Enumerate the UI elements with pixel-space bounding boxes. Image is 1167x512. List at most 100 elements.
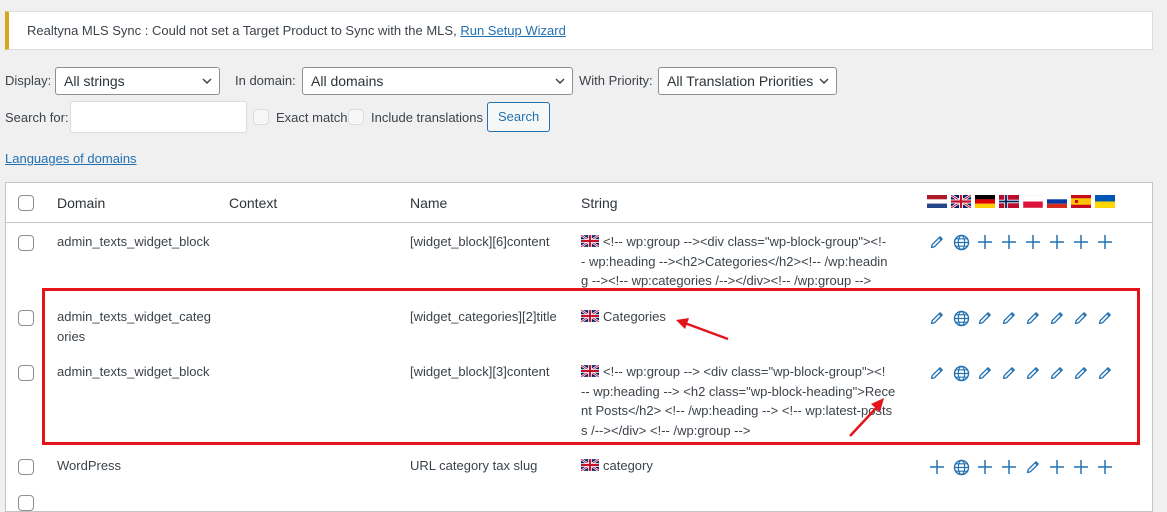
string-line: category	[603, 458, 653, 473]
pencil-icon[interactable]	[997, 364, 1021, 382]
priority-label: With Priority:	[579, 73, 653, 88]
domain-select-value: All domains	[311, 73, 384, 89]
strings-table: Domain Context Name String admin_texts_w…	[5, 182, 1153, 512]
plus-icon[interactable]	[1069, 458, 1093, 476]
flag-gb-icon	[581, 235, 599, 247]
pencil-icon[interactable]	[925, 233, 949, 251]
plus-icon[interactable]	[1093, 458, 1117, 476]
plus-icon[interactable]	[1045, 458, 1069, 476]
row-name: [widget_categories][2]title	[410, 309, 557, 324]
domain-line: ories	[57, 328, 86, 344]
string-line: s /--></div> <!-- /wp:group -->	[581, 422, 751, 438]
flag-gb-icon	[581, 365, 599, 377]
column-string[interactable]: String	[581, 195, 618, 211]
row-name: [widget_block][3]content	[410, 364, 550, 379]
pencil-icon[interactable]	[1093, 364, 1117, 382]
string-line: <!-- wp:group --><div class="wp-block-gr…	[603, 234, 887, 249]
pencil-icon[interactable]	[925, 309, 949, 327]
row-name: [widget_block][6]content	[410, 234, 550, 249]
pencil-icon[interactable]	[1093, 309, 1117, 327]
row-checkbox[interactable]	[18, 235, 34, 251]
row-checkbox[interactable]	[18, 459, 34, 475]
domain-line: admin_texts_widget_categ	[57, 309, 211, 324]
plus-icon[interactable]	[1093, 233, 1117, 251]
row-domain: admin_texts_widget_block	[57, 234, 210, 249]
row-string[interactable]: category	[581, 456, 911, 476]
plus-icon[interactable]	[1045, 233, 1069, 251]
column-domain[interactable]: Domain	[57, 195, 105, 211]
flag-pl-icon	[1023, 195, 1043, 208]
flag-gb-icon	[581, 310, 599, 322]
string-line: Categories	[603, 309, 666, 324]
display-select-value: All strings	[64, 73, 125, 89]
flag-ru-icon	[1047, 195, 1067, 208]
exact-match-label: Exact match	[276, 110, 348, 125]
pencil-icon[interactable]	[1069, 364, 1093, 382]
flag-gb-icon	[581, 459, 599, 471]
select-all-checkbox[interactable]	[18, 195, 34, 211]
pencil-icon[interactable]	[925, 364, 949, 382]
string-line: <!-- wp:group --> <div class="wp-block-g…	[603, 364, 886, 379]
plus-icon[interactable]	[1069, 233, 1093, 251]
globe-icon[interactable]	[949, 458, 973, 476]
domain-label: In domain:	[235, 73, 296, 88]
pencil-icon[interactable]	[973, 364, 997, 382]
string-line: - wp:heading --><h2>Categories</h2><!-- …	[581, 253, 888, 269]
string-line: nt Posts</h2> <!-- /wp:heading --> <!-- …	[581, 403, 893, 418]
row-actions	[925, 364, 1117, 382]
row-actions	[925, 309, 1117, 327]
string-line: g --><!-- wp:categories /--></div><!-- /…	[581, 273, 872, 288]
row-string[interactable]: <!-- wp:group --> <div class="wp-block-g…	[581, 362, 911, 440]
row-checkbox[interactable]	[18, 495, 34, 511]
pencil-icon[interactable]	[1021, 364, 1045, 382]
flag-nl-icon	[927, 195, 947, 208]
column-name[interactable]: Name	[410, 195, 447, 211]
include-translations-checkbox[interactable]	[348, 109, 364, 125]
languages-of-domains-link[interactable]: Languages of domains	[5, 151, 137, 166]
row-string[interactable]: <!-- wp:group --><div class="wp-block-gr…	[581, 232, 911, 291]
include-translations-label: Include translations	[371, 110, 484, 125]
row-actions	[925, 233, 1117, 251]
pencil-icon[interactable]	[1069, 309, 1093, 327]
plus-icon[interactable]	[973, 458, 997, 476]
flag-ua-icon	[1095, 195, 1115, 208]
pencil-icon[interactable]	[1021, 309, 1045, 327]
priority-select-value: All Translation Priorities	[667, 73, 814, 89]
admin-notice: Realtyna MLS Sync : Could not set a Targ…	[5, 11, 1153, 50]
chevron-down-icon	[819, 78, 829, 85]
table-header: Domain Context Name String	[6, 183, 1152, 223]
globe-icon[interactable]	[949, 364, 973, 382]
domain-select[interactable]: All domains	[302, 67, 573, 95]
row-domain: admin_texts_widget_categ ories	[57, 307, 211, 346]
pencil-icon[interactable]	[1045, 364, 1069, 382]
run-setup-wizard-link[interactable]: Run Setup Wizard	[460, 23, 566, 38]
search-button[interactable]: Search	[487, 102, 551, 132]
plus-icon[interactable]	[925, 458, 949, 476]
pencil-icon[interactable]	[1045, 309, 1069, 327]
pencil-icon[interactable]	[997, 309, 1021, 327]
exact-match-checkbox[interactable]	[253, 109, 269, 125]
chevron-down-icon	[555, 78, 565, 85]
plus-icon[interactable]	[997, 458, 1021, 476]
display-label: Display:	[5, 73, 52, 88]
row-checkbox[interactable]	[18, 365, 34, 381]
search-input[interactable]	[70, 101, 247, 133]
display-select[interactable]: All strings	[55, 67, 220, 95]
column-context[interactable]: Context	[229, 195, 277, 211]
search-label: Search for:	[5, 110, 69, 125]
flag-gb-icon	[951, 195, 971, 208]
row-string[interactable]: Categories	[581, 307, 911, 327]
pencil-icon[interactable]	[973, 309, 997, 327]
flag-es-icon	[1071, 195, 1091, 208]
pencil-icon[interactable]	[1021, 458, 1045, 476]
row-actions	[925, 458, 1117, 476]
chevron-down-icon	[202, 78, 212, 85]
plus-icon[interactable]	[997, 233, 1021, 251]
plus-icon[interactable]	[973, 233, 997, 251]
globe-icon[interactable]	[949, 233, 973, 251]
row-checkbox[interactable]	[18, 310, 34, 326]
row-name: URL category tax slug	[410, 458, 538, 473]
plus-icon[interactable]	[1021, 233, 1045, 251]
priority-select[interactable]: All Translation Priorities	[658, 67, 837, 95]
globe-icon[interactable]	[949, 309, 973, 327]
